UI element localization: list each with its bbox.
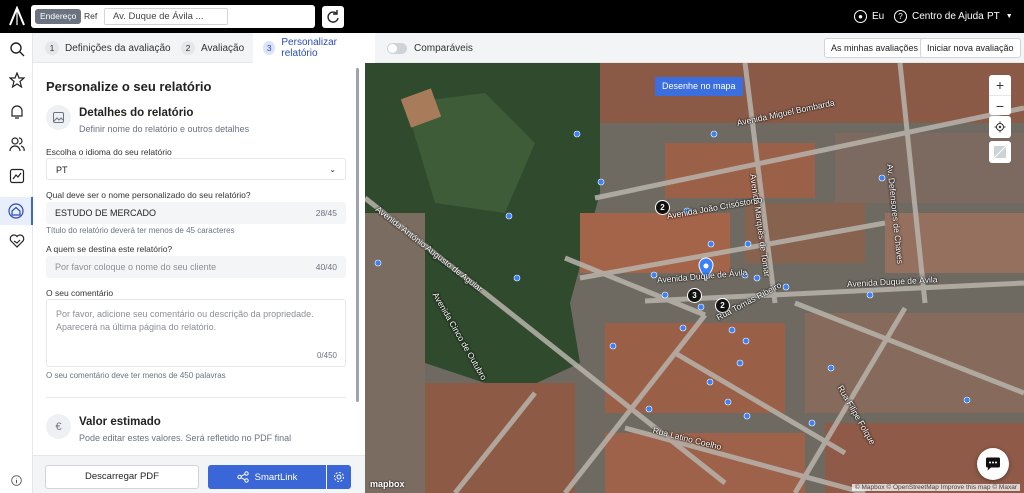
step-3[interactable]: 3 Personalizar relatório	[253, 33, 375, 63]
zoom-in-button[interactable]: +	[989, 75, 1011, 95]
language-label: PT	[987, 11, 1000, 22]
language-field-label: Escolha o idioma do seu relatório	[46, 147, 172, 157]
estimated-value-subtitle: Pode editar estes valores. Será refletid…	[79, 433, 292, 443]
top-bar: Endereço Ref Av. Duque de Ávila ... ● Eu…	[0, 0, 1024, 33]
address-search-box: Endereço Ref Av. Duque de Ávila ...	[31, 5, 315, 28]
user-icon: ●	[854, 10, 867, 23]
zoom-out-button[interactable]: −	[989, 95, 1011, 115]
report-name-hint: Título do relatório deverá ter menos de …	[46, 226, 235, 235]
refresh-button[interactable]	[322, 6, 344, 28]
nav-favorites[interactable]	[4, 67, 29, 92]
help-label: Centro de Ajuda	[912, 11, 984, 22]
map-view[interactable]: 2 3 2 Avenida Miguel Bombarda Avenida Du…	[365, 63, 1024, 493]
left-nav-rail	[0, 33, 33, 493]
map-style-button[interactable]	[989, 141, 1011, 163]
recipient-counter: 40/40	[315, 262, 337, 272]
report-name-input[interactable]: ESTUDO DE MERCADO 28/45	[46, 202, 346, 224]
locate-button[interactable]	[989, 116, 1011, 138]
chat-button[interactable]	[977, 448, 1009, 480]
star-icon	[8, 71, 25, 88]
address-input[interactable]: Av. Duque de Ávila ...	[104, 8, 228, 25]
step-1[interactable]: 1 Definições da avaliação	[45, 33, 171, 63]
nav-users[interactable]	[4, 131, 29, 156]
chat-bubble-icon	[986, 457, 1000, 471]
report-name-label: Qual deve ser o nome personalizado do se…	[46, 190, 251, 200]
toggle-switch[interactable]	[387, 42, 407, 54]
comment-placeholder: Por favor, adicione seu comentário ou de…	[56, 309, 314, 332]
zoom-controls: + −	[989, 75, 1011, 115]
report-language-value: PT	[56, 165, 68, 175]
step-number: 1	[45, 41, 59, 55]
nav-analytics[interactable]	[4, 163, 29, 188]
chevron-down-icon: ⌄	[329, 165, 336, 174]
search-mode-address-tab[interactable]: Endereço	[35, 9, 82, 24]
toggle-label: Comparáveis	[414, 42, 473, 54]
panel-scrollbar[interactable]	[356, 68, 359, 402]
step-label: Definições da avaliação	[65, 42, 171, 54]
crosshair-icon	[994, 121, 1006, 133]
new-review-button[interactable]: Iniciar nova avaliação	[920, 38, 1021, 58]
estimated-value-title: Valor estimado	[79, 416, 161, 428]
details-title: Detalhes do relatório	[79, 107, 194, 119]
handshake-heart-icon	[9, 233, 24, 248]
user-label: Eu	[872, 11, 885, 22]
cluster-marker[interactable]: 3	[687, 288, 702, 303]
search-mode-ref-tab[interactable]: Ref	[81, 9, 100, 24]
smartlink-settings-button[interactable]	[327, 465, 351, 489]
refresh-icon	[327, 10, 339, 23]
step-label: Avaliação	[201, 42, 245, 54]
help-center-link[interactable]: ? Centro de Ajuda	[894, 0, 984, 33]
panel-title: Personalize o seu relatório	[46, 79, 212, 94]
my-reviews-button[interactable]: As minhas avaliações	[824, 38, 926, 58]
download-pdf-button[interactable]: Descarregar PDF	[45, 465, 199, 489]
map-attribution[interactable]: © Mapbox © OpenStreetMap Improve this ma…	[851, 484, 1020, 491]
mapbox-logo: mapbox	[370, 479, 405, 489]
stepper-bar: 1 Definições da avaliação 2 Avaliação 3 …	[33, 33, 1024, 63]
report-name-counter: 28/45	[315, 208, 337, 218]
smartlink-button[interactable]: SmartLink	[208, 465, 326, 489]
chart-icon	[9, 168, 24, 183]
image-icon	[46, 105, 71, 130]
info-icon	[11, 475, 22, 486]
comment-textarea[interactable]: Por favor, adicione seu comentário ou de…	[46, 299, 346, 367]
users-icon	[8, 136, 25, 151]
smartlink-label: SmartLink	[254, 471, 298, 483]
help-icon: ?	[894, 10, 907, 23]
recipient-input[interactable]: Por favor coloque o nome do seu cliente …	[46, 256, 346, 278]
step-number: 3	[263, 41, 276, 55]
panel-actions: Descarregar PDF SmartLink	[33, 455, 365, 493]
step-2[interactable]: 2 Avaliação	[181, 33, 244, 63]
euro-icon: €	[46, 414, 71, 439]
bell-icon	[10, 104, 23, 119]
section-divider	[46, 397, 346, 398]
share-icon	[236, 471, 249, 483]
recipient-label: A quem se destina este relatório?	[46, 244, 173, 254]
chevron-down-icon: ▼	[1005, 13, 1013, 20]
step-number: 2	[181, 41, 195, 55]
report-settings-panel: Personalize o seu relatório Detalhes do …	[33, 63, 365, 455]
comment-label: O seu comentário	[46, 288, 114, 298]
nav-search[interactable]	[4, 36, 29, 61]
nav-deals[interactable]	[4, 228, 29, 253]
user-menu[interactable]: ● Eu	[854, 0, 884, 33]
app-logo-icon[interactable]	[8, 6, 26, 26]
layers-icon	[993, 145, 1007, 159]
details-subtitle: Definir nome do relatório e outros detal…	[79, 124, 250, 134]
nav-info[interactable]	[4, 468, 29, 493]
draw-on-map-button[interactable]: Desenhe no mapa	[655, 77, 743, 96]
gear-icon	[334, 472, 344, 482]
comparables-toggle[interactable]: Comparáveis	[387, 33, 473, 63]
search-icon	[9, 41, 24, 56]
house-valuation-icon	[7, 203, 24, 219]
nav-notifications[interactable]	[4, 99, 29, 124]
report-language-select[interactable]: PT ⌄	[46, 158, 346, 180]
nav-valuation[interactable]	[0, 197, 33, 225]
recipient-placeholder: Por favor coloque o nome do seu cliente	[55, 262, 217, 272]
step-label: Personalizar relatório	[281, 37, 337, 59]
report-name-value: ESTUDO DE MERCADO	[55, 208, 157, 218]
language-select[interactable]: PT ▼	[987, 0, 1013, 33]
comment-hint: O seu comentário deve ter menos de 450 p…	[46, 371, 226, 380]
comment-counter: 0/450	[316, 351, 337, 360]
